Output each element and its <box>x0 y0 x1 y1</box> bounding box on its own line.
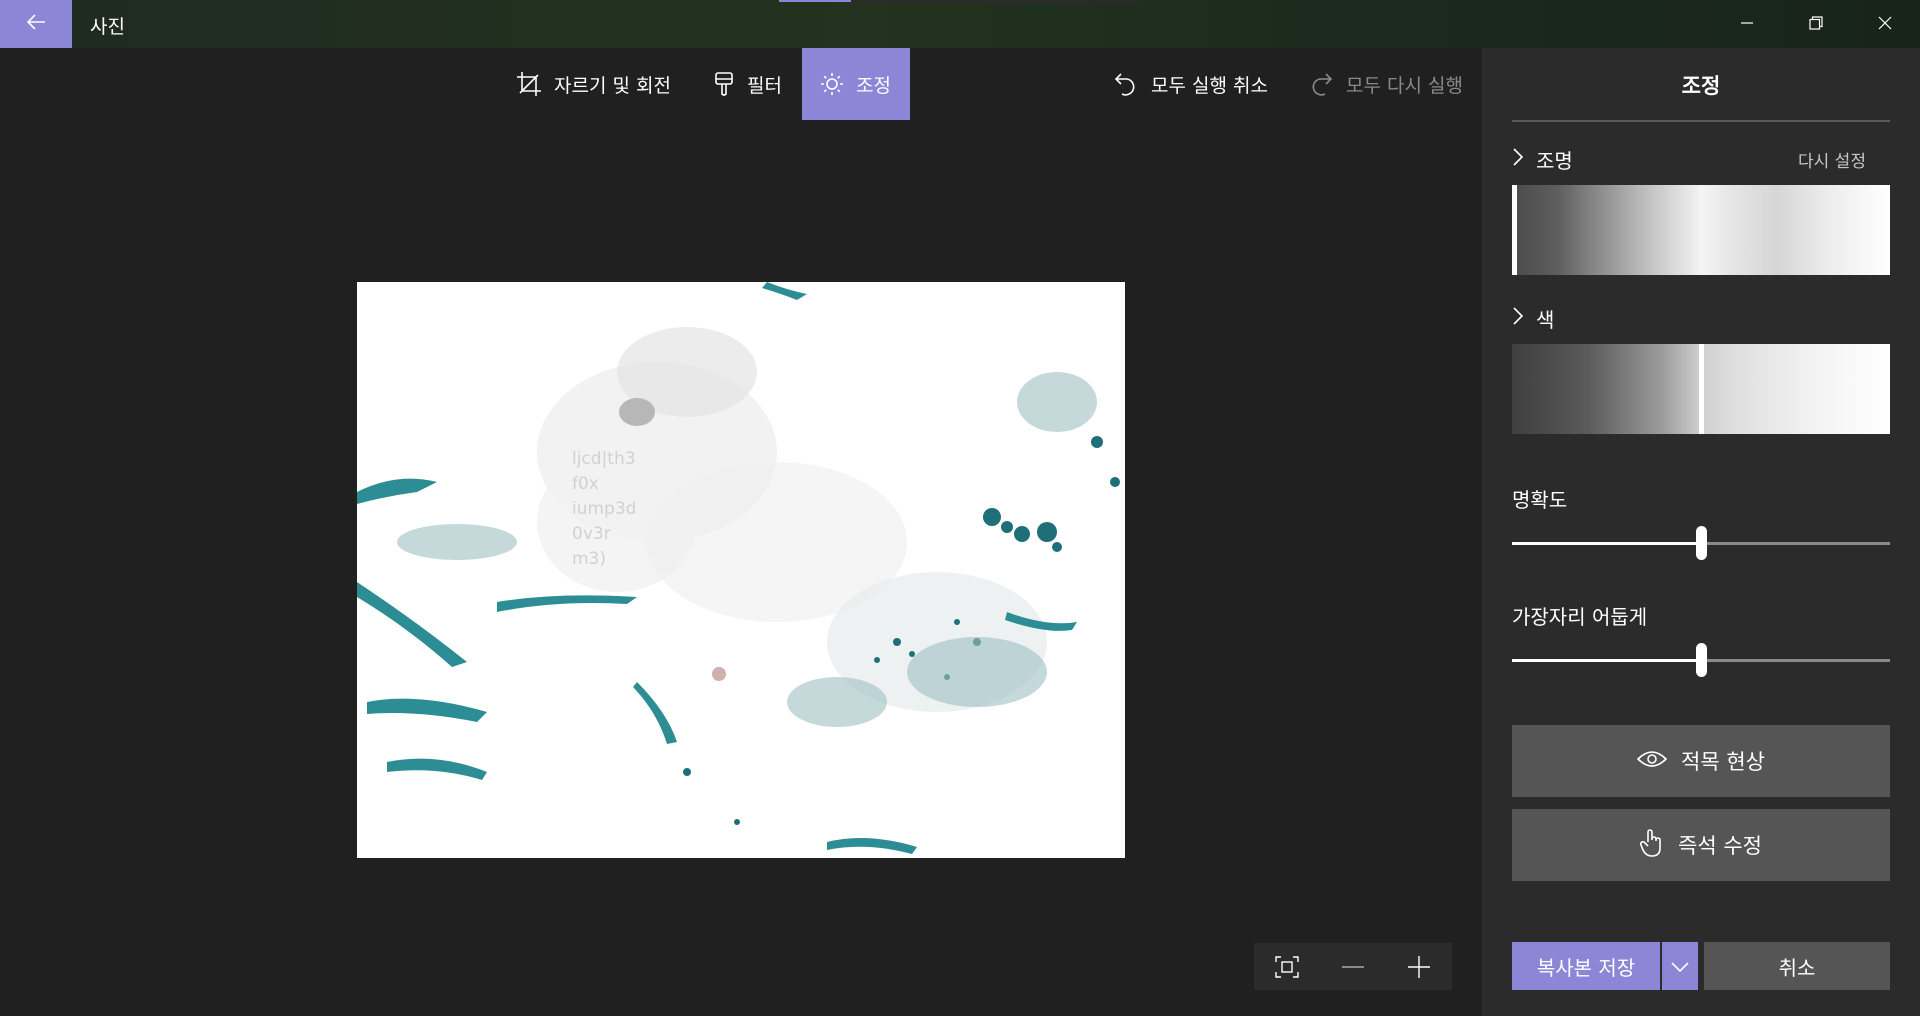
crop-icon <box>516 71 542 97</box>
crop-rotate-button[interactable]: 자르기 및 회전 <box>516 48 671 120</box>
adjust-label: 조정 <box>856 74 891 97</box>
spot-fix-label: 즉석 수정 <box>1678 834 1762 858</box>
chevron-right-icon <box>1512 306 1524 331</box>
watermark-line: f0x <box>572 474 599 494</box>
red-eye-button[interactable]: 적목 현상 <box>1512 725 1890 797</box>
light-slider-strip[interactable] <box>1512 185 1890 275</box>
close-button[interactable] <box>1850 0 1919 48</box>
watermark-line: 0v3r <box>572 524 611 544</box>
cancel-label: 취소 <box>1778 955 1816 980</box>
color-section-toggle[interactable]: 색 <box>1512 304 1554 333</box>
watermark-line: m3) <box>572 549 607 569</box>
fit-screen-icon <box>1275 955 1299 978</box>
light-section-toggle[interactable]: 조명 <box>1512 145 1573 174</box>
undo-icon <box>1113 71 1139 97</box>
light-slider-marker[interactable] <box>1512 185 1517 275</box>
back-button[interactable] <box>0 0 72 48</box>
close-icon <box>1878 15 1892 34</box>
save-options-dropdown[interactable] <box>1662 942 1698 990</box>
zoom-in-button[interactable] <box>1399 947 1439 987</box>
restore-button[interactable] <box>1781 0 1850 48</box>
crop-rotate-label: 자르기 및 회전 <box>554 74 671 97</box>
filter-button[interactable]: 필터 <box>713 48 782 120</box>
vignette-slider-fill <box>1512 659 1701 662</box>
light-section-label: 조명 <box>1536 149 1573 173</box>
minimize-button[interactable] <box>1712 0 1781 48</box>
undo-all-button[interactable]: 모두 실행 취소 <box>1113 48 1268 120</box>
progress-track <box>851 0 1141 2</box>
arrow-left-icon <box>26 14 46 34</box>
watermark-line: ljcd|th3 <box>572 449 636 469</box>
eye-icon <box>1636 749 1668 774</box>
sun-icon <box>820 72 844 96</box>
redo-icon <box>1308 71 1334 97</box>
clarity-slider-thumb[interactable] <box>1696 526 1707 560</box>
redo-all-label: 모두 다시 실행 <box>1346 74 1463 97</box>
chevron-down-icon <box>1671 957 1689 976</box>
zoom-out-icon <box>1342 965 1364 968</box>
title-bar: 사진 <box>0 0 1920 48</box>
restore-icon <box>1808 15 1823 34</box>
save-copy-label: 복사본 저장 <box>1536 955 1636 980</box>
clarity-slider-fill <box>1512 542 1701 545</box>
clarity-slider[interactable] <box>1512 526 1890 560</box>
adjust-panel: 조정 조명 다시 설정 색 명확도 가장자리 어둡게 적목 현상 즉석 수정 복… <box>1482 48 1920 1016</box>
chevron-right-icon <box>1512 147 1524 172</box>
color-slider-strip[interactable] <box>1512 344 1890 434</box>
color-section-label: 색 <box>1536 308 1555 332</box>
photo-canvas[interactable]: ljcd|th3 f0x iump3d 0v3r m3) <box>357 282 1125 858</box>
color-slider-marker[interactable] <box>1699 344 1704 434</box>
photo-image <box>357 282 1125 858</box>
zoom-controls <box>1254 943 1452 990</box>
adjust-tab[interactable]: 조정 <box>802 48 910 120</box>
panel-divider <box>1512 120 1890 122</box>
panel-title: 조정 <box>1681 74 1721 98</box>
undo-all-label: 모두 실행 취소 <box>1151 74 1268 97</box>
reset-button[interactable]: 다시 설정 <box>1798 147 1866 172</box>
watermark-line: iump3d <box>572 499 637 519</box>
save-copy-button[interactable]: 복사본 저장 <box>1512 942 1660 990</box>
zoom-out-button[interactable] <box>1333 947 1373 987</box>
cancel-button[interactable]: 취소 <box>1704 942 1890 990</box>
redo-all-button[interactable]: 모두 다시 실행 <box>1308 48 1463 120</box>
app-title: 사진 <box>90 16 125 38</box>
filter-label: 필터 <box>747 74 782 97</box>
brush-icon <box>713 71 735 97</box>
vignette-slider-thumb[interactable] <box>1696 643 1707 677</box>
zoom-in-icon <box>1408 955 1430 978</box>
vignette-label: 가장자리 어둡게 <box>1512 605 1648 629</box>
vignette-slider[interactable] <box>1512 643 1890 677</box>
photo-watermark: ljcd|th3 f0x iump3d 0v3r m3) <box>572 447 636 572</box>
red-eye-label: 적목 현상 <box>1681 750 1765 774</box>
touch-icon <box>1639 828 1664 863</box>
progress-accent <box>779 0 851 2</box>
fit-screen-button[interactable] <box>1267 947 1307 987</box>
minimize-icon <box>1740 15 1754 34</box>
clarity-label: 명확도 <box>1512 488 1568 512</box>
spot-fix-button[interactable]: 즉석 수정 <box>1512 809 1890 881</box>
